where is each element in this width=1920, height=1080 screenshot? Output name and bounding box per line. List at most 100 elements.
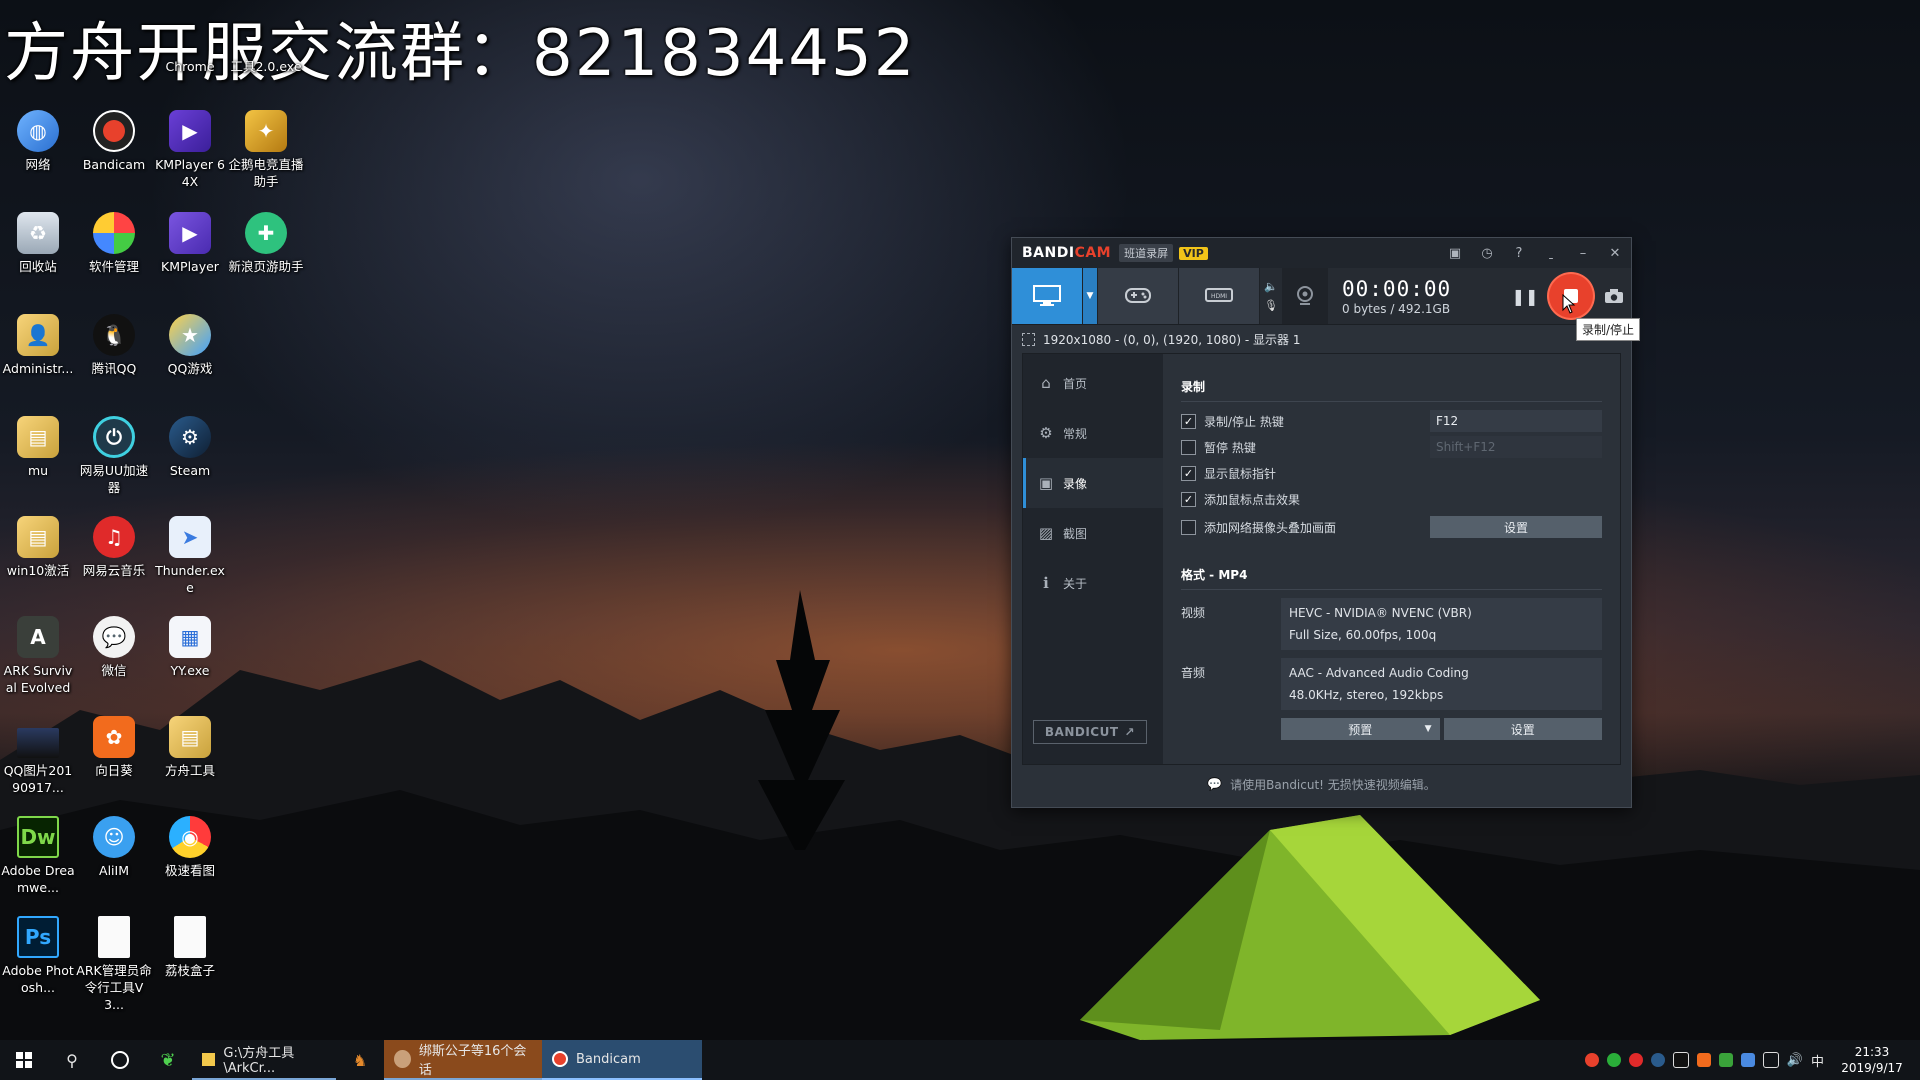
- desktop-icon-lychee-box[interactable]: 荔枝盒子: [152, 916, 228, 979]
- desktop-icon-qq-image[interactable]: QQ图片20190917...: [0, 716, 76, 796]
- netease-tray-icon[interactable]: [1628, 1053, 1643, 1067]
- desktop-icon-win10-activate[interactable]: ▤ win10激活: [0, 516, 76, 579]
- chevron-down-icon: ▼: [1086, 291, 1094, 301]
- microphone-icon[interactable]: 🎙: [1264, 299, 1278, 312]
- desktop-icon-sina-games[interactable]: ✚ 新浪页游助手: [228, 212, 304, 275]
- bandicam-icon: [552, 1051, 568, 1067]
- screenshot-button[interactable]: [1597, 268, 1631, 324]
- sidebar-item-general[interactable]: ⚙ 常规: [1023, 408, 1163, 458]
- webcam-button[interactable]: [1282, 268, 1328, 324]
- desktop-icon-network[interactable]: ◍ 网络: [0, 110, 76, 173]
- ark-icon: A: [17, 616, 59, 658]
- shield-tray-icon[interactable]: [1740, 1053, 1755, 1067]
- circle-icon: [111, 1051, 129, 1069]
- nvidia-tray-icon[interactable]: [1718, 1053, 1733, 1067]
- desktop-partial-tool[interactable]: 工具2.0.exe: [228, 58, 304, 75]
- qq-tray-icon[interactable]: [1672, 1052, 1689, 1068]
- search-button[interactable]: ⚲: [48, 1040, 96, 1080]
- record-hotkey-field[interactable]: F12: [1430, 410, 1602, 432]
- taskbar-pinned-app[interactable]: ❦: [144, 1040, 192, 1080]
- folder-icon[interactable]: ▣: [1439, 238, 1471, 268]
- bandicut-button[interactable]: BANDICUT ↗: [1033, 720, 1147, 744]
- game-mode-button[interactable]: [1098, 268, 1179, 324]
- info-icon: ℹ: [1043, 574, 1049, 592]
- screen-mode-button[interactable]: [1012, 268, 1083, 324]
- desktop-icon-steam[interactable]: ⚙ Steam: [152, 416, 228, 479]
- webcam-settings-button[interactable]: 设置: [1430, 516, 1602, 538]
- desktop-icon-software-manager[interactable]: 软件管理: [76, 212, 152, 275]
- audio-format-box[interactable]: AAC - Advanced Audio Coding 48.0KHz, ste…: [1281, 658, 1602, 710]
- desktop-icon-uu-accelerator[interactable]: ⏻ 网易UU加速器: [76, 416, 152, 496]
- help-icon[interactable]: ?: [1503, 238, 1535, 268]
- steam-tray-icon[interactable]: [1650, 1053, 1665, 1067]
- desktop-icon-ark-tool[interactable]: ▤ 方舟工具: [152, 716, 228, 779]
- pause-button[interactable]: ❚❚: [1505, 268, 1545, 324]
- option-click-effect: ✓ 添加鼠标点击效果: [1181, 486, 1602, 512]
- desktop-icon-wechat[interactable]: 💬 微信: [76, 616, 152, 679]
- target-area-bar[interactable]: 1920x1080 - (0, 0), (1920, 1080) - 显示器 1: [1012, 325, 1631, 353]
- desktop-icon-dreamweaver[interactable]: Dw Adobe Dreamwe...: [0, 816, 76, 896]
- wechat-tray-icon[interactable]: [1606, 1053, 1621, 1067]
- desktop-icon-thunder[interactable]: ➤ Thunder.exe: [152, 516, 228, 596]
- desktop-icon-esports[interactable]: ✦ 企鹅电竞直播助手: [228, 110, 304, 190]
- desktop-icon-photoshop[interactable]: Ps Adobe Photosh...: [0, 916, 76, 996]
- sunflower-tray-icon[interactable]: [1696, 1053, 1711, 1067]
- video-settings-panel: 录制 ✓ 录制/停止 热键 F12 暂停 热键 Shift+F12 ✓ 显示鼠标…: [1163, 354, 1620, 764]
- speaker-icon[interactable]: 🔈: [1264, 280, 1278, 293]
- network-tray-icon[interactable]: [1762, 1052, 1779, 1068]
- bandicut-promo[interactable]: 💬 请使用Bandicut! 无损快速视频编辑。: [1012, 765, 1631, 803]
- desktop-partial-chrome[interactable]: Chrome: [152, 58, 228, 75]
- desktop-icon-ark-admin-tool[interactable]: ARK管理员命令行工具V3...: [76, 916, 152, 1013]
- checkbox-webcam-overlay[interactable]: [1181, 519, 1196, 535]
- desktop-icon-kmplayer64[interactable]: ▶ KMPlayer 64X: [152, 110, 228, 190]
- qq-games-icon: ★: [169, 314, 211, 356]
- bandicam-titlebar[interactable]: BANDICAM 班道录屏 VIP ▣ ◷ ? ˍ – ✕: [1012, 238, 1631, 268]
- recycle-bin-icon: ♻: [17, 212, 59, 254]
- screen-mode-dropdown[interactable]: ▼: [1083, 268, 1098, 324]
- desktop-icon-sunflower[interactable]: ✿ 向日葵: [76, 716, 152, 779]
- clock-icon[interactable]: ◷: [1471, 238, 1503, 268]
- close-icon[interactable]: ✕: [1599, 238, 1631, 268]
- eye-icon: ◉: [169, 816, 211, 858]
- sidebar-item-home[interactable]: ⌂ 首页: [1023, 358, 1163, 408]
- checkbox-pause-hotkey[interactable]: [1181, 439, 1196, 455]
- desktop-icon-aliim[interactable]: ☺ AliIM: [76, 816, 152, 879]
- option-webcam-overlay: 添加网络摄像头叠加画面 设置: [1181, 512, 1602, 542]
- checkbox-click-effect[interactable]: ✓: [1181, 491, 1196, 507]
- desktop-icon-mu[interactable]: ▤ mu: [0, 416, 76, 479]
- taskbar-game-app[interactable]: ♞: [336, 1040, 384, 1080]
- desktop-icon-yy[interactable]: ▦ YY.exe: [152, 616, 228, 679]
- desktop-icon-bandicam[interactable]: Bandicam: [76, 110, 152, 173]
- desktop-icon-kmplayer[interactable]: ▶ KMPlayer: [152, 212, 228, 275]
- hdmi-mode-button[interactable]: HDMI: [1179, 268, 1260, 324]
- desktop-icon-qq[interactable]: 🐧 腾讯QQ: [76, 314, 152, 377]
- checkbox-show-cursor[interactable]: ✓: [1181, 465, 1196, 481]
- chat-bubble-icon: 💬: [1207, 777, 1223, 791]
- taskbar-clock[interactable]: 21:33 2019/9/17: [1832, 1044, 1912, 1076]
- desktop-icon-ark[interactable]: A ARK Survival Evolved: [0, 616, 76, 696]
- sidebar-item-image[interactable]: ▨ 截图: [1023, 508, 1163, 558]
- desktop-icon-administrator[interactable]: 👤 Administr...: [0, 314, 76, 377]
- taskbar-app-bandicam[interactable]: Bandicam: [542, 1040, 702, 1080]
- video-format-row: 视频 HEVC - NVIDIA® NVENC (VBR) Full Size,…: [1181, 598, 1602, 650]
- start-button[interactable]: [0, 1040, 48, 1080]
- sidebar-item-about[interactable]: ℹ 关于: [1023, 558, 1163, 608]
- bandicam-tray-icon[interactable]: [1584, 1053, 1599, 1067]
- ime-indicator[interactable]: 中: [1811, 1051, 1824, 1070]
- minimize-to-tray-icon[interactable]: ˍ: [1535, 238, 1567, 268]
- cortana-button[interactable]: [96, 1040, 144, 1080]
- taskbar-app-explorer[interactable]: G:\方舟工具\ArkCr...: [192, 1040, 336, 1080]
- preset-button[interactable]: 预置 ▼: [1281, 718, 1440, 740]
- sidebar-item-video[interactable]: ▣ 录像: [1023, 458, 1163, 508]
- desktop-icon-image-viewer[interactable]: ◉ 极速看图: [152, 816, 228, 879]
- checkbox-record-hotkey[interactable]: ✓: [1181, 413, 1196, 429]
- desktop-icon-recycle-bin[interactable]: ♻ 回收站: [0, 212, 76, 275]
- format-settings-button[interactable]: 设置: [1443, 718, 1602, 740]
- volume-icon[interactable]: 🔊: [1787, 1053, 1803, 1068]
- video-format-box[interactable]: HEVC - NVIDIA® NVENC (VBR) Full Size, 60…: [1281, 598, 1602, 650]
- desktop-icon-netease-music[interactable]: ♫ 网易云音乐: [76, 516, 152, 579]
- wallpaper-tent: [1080, 815, 1540, 1040]
- minimize-icon[interactable]: –: [1567, 238, 1599, 268]
- desktop-icon-qq-games[interactable]: ★ QQ游戏: [152, 314, 228, 377]
- taskbar-app-chat[interactable]: 绑斯公子等16个会话: [384, 1040, 542, 1080]
